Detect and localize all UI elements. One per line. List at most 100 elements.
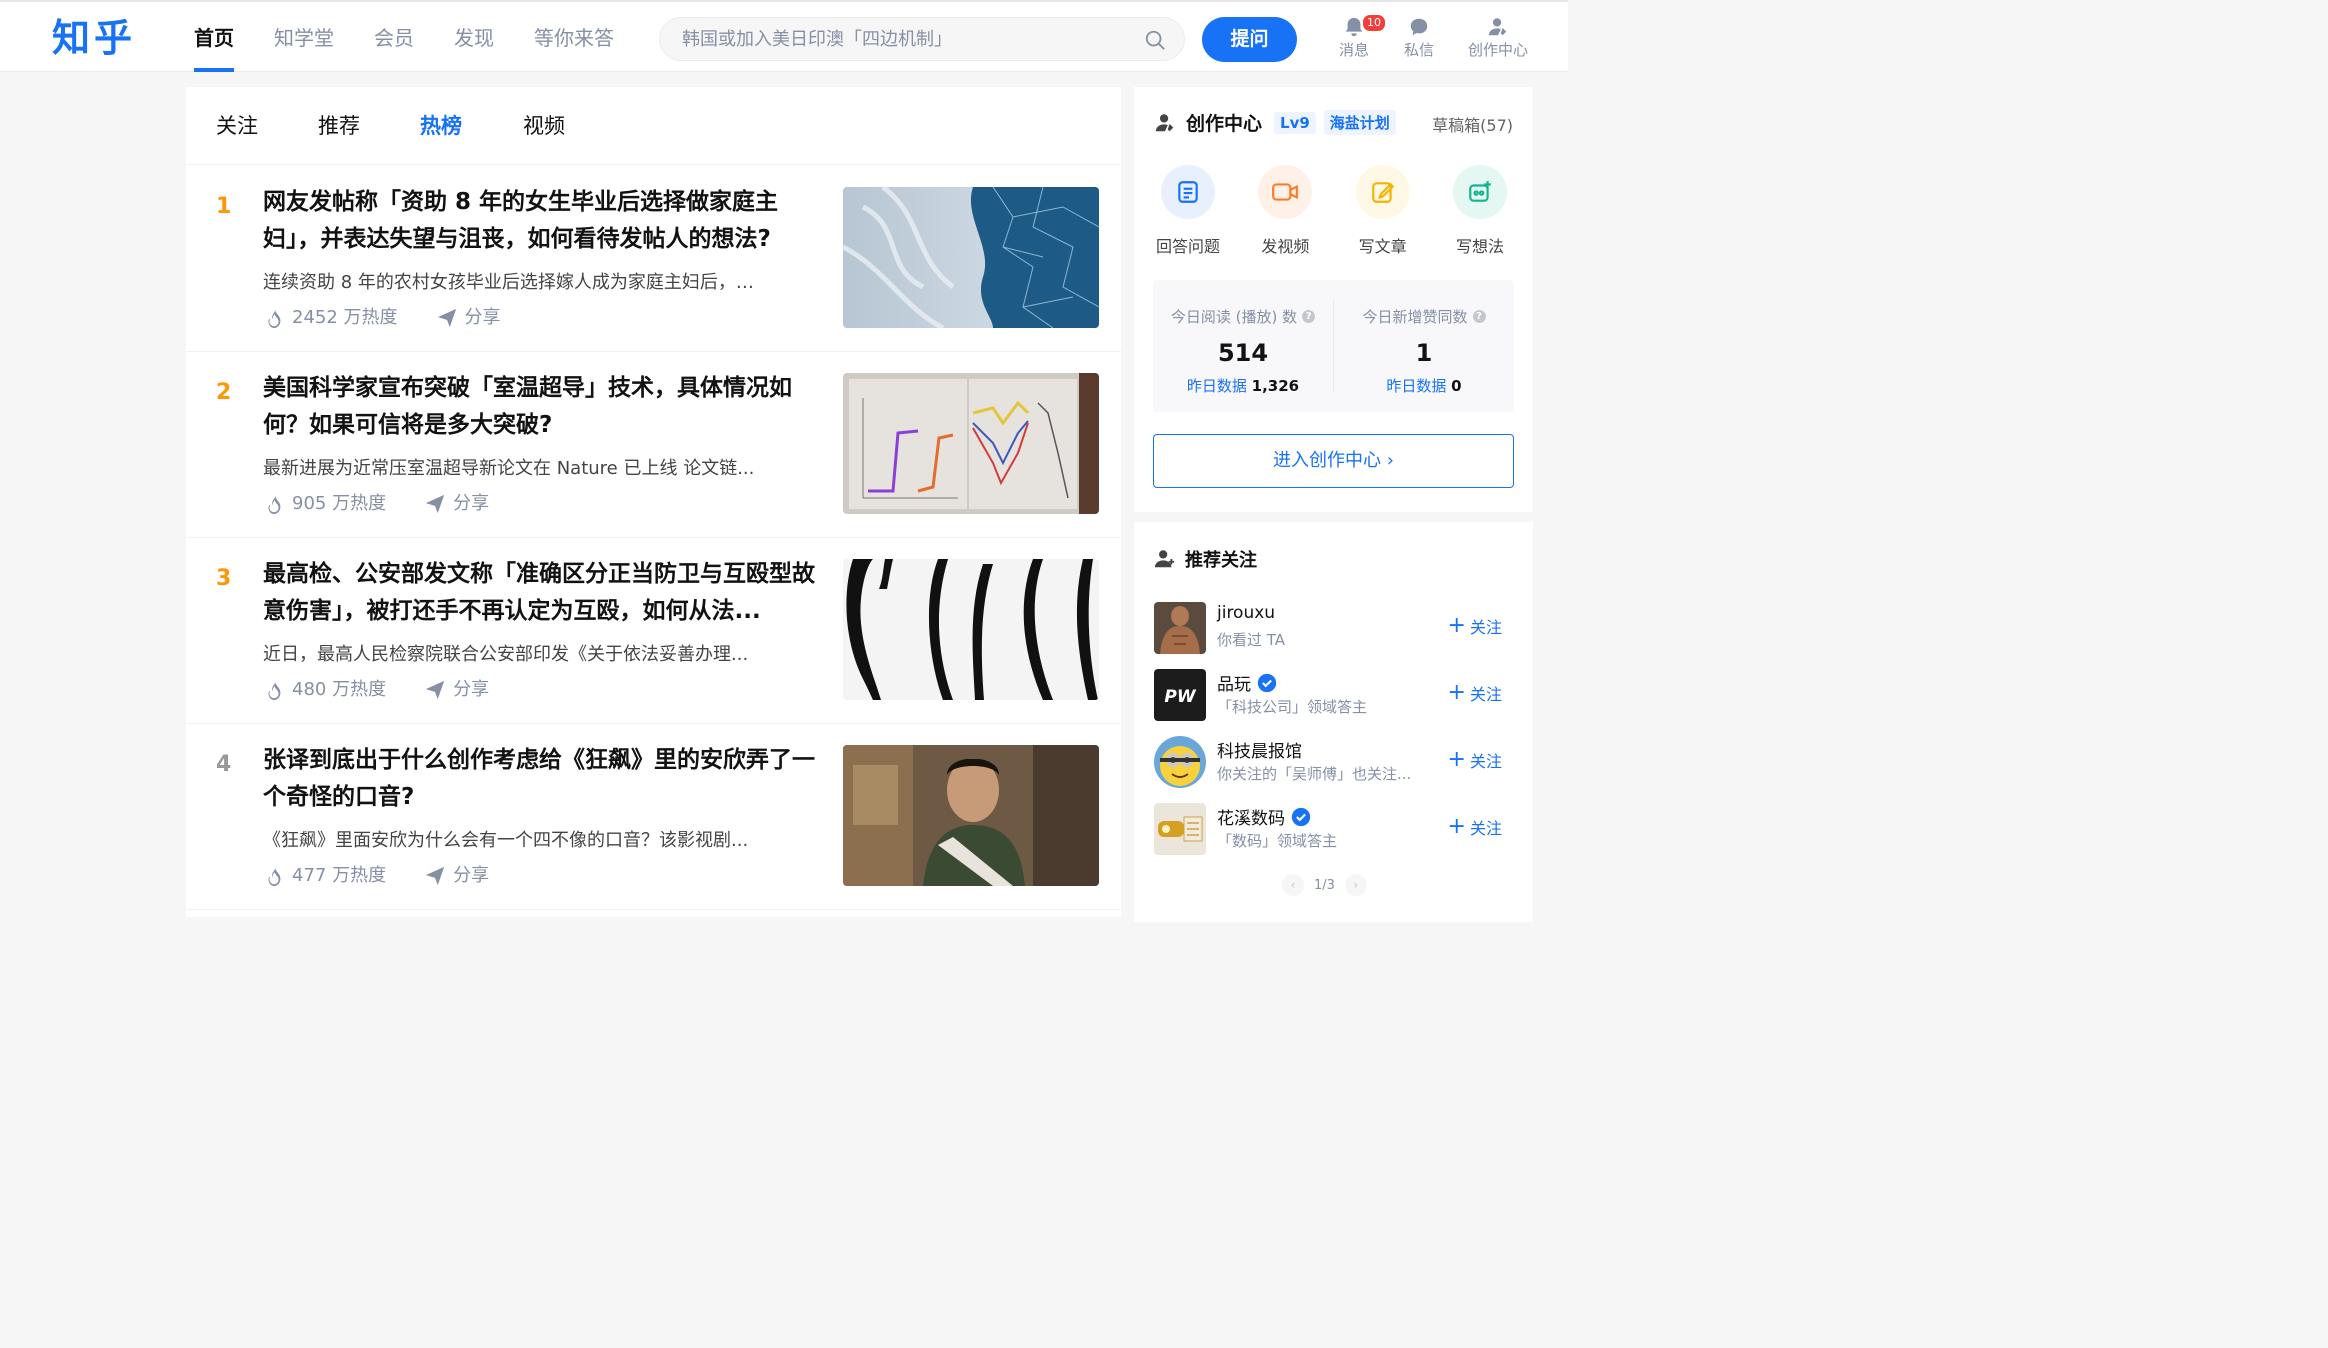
recommended-user-reason: 「科技公司」领域答主 [1217, 698, 1368, 716]
document-icon [1178, 181, 1198, 203]
follow-button[interactable]: + 关注 [1448, 815, 1502, 839]
share-button[interactable]: 分享 [424, 492, 489, 516]
post-video-button[interactable]: 发视频 [1251, 165, 1319, 257]
help-icon[interactable]: ? [1472, 310, 1486, 323]
tab-recommend[interactable]: 推荐 [318, 87, 360, 165]
hot-thumbnail-superconductor-plot[interactable] [843, 373, 1099, 514]
message-count-badge: 10 [1362, 14, 1386, 32]
flame-icon [268, 308, 281, 329]
ask-question-button[interactable]: 提问 [1202, 17, 1297, 62]
hot-excerpt[interactable]: 连续资助 8 年的农村女孩毕业后选择嫁人成为家庭主妇后，… [263, 270, 813, 296]
creator-level-badge[interactable]: Lv9 [1274, 111, 1316, 134]
private-messages-button[interactable]: 私信 [1401, 16, 1437, 60]
share-button[interactable]: 分享 [424, 864, 489, 888]
hot-excerpt[interactable]: 近日，最高人民检察院联合公安部印发《关于依法妥善办理... [263, 642, 813, 668]
hot-title[interactable]: 张译到底出于什么创作考虑给《狂飙》里的安欣弄了一个奇怪的口音? [263, 742, 826, 816]
creator-center-nav-button[interactable]: 创作中心 [1464, 16, 1532, 60]
search-input[interactable] [682, 18, 1122, 60]
hot-meta: 2452 万热度 分享 [263, 306, 501, 330]
hot-meta: 480 万热度 分享 [263, 678, 489, 702]
recommended-user-name[interactable]: jirouxu [1217, 603, 1275, 623]
hot-rank: 3 [216, 566, 232, 591]
recommended-user-reason: 「数码」领域答主 [1217, 832, 1338, 850]
tab-video[interactable]: 视频 [523, 87, 565, 165]
verified-badge-icon [1291, 807, 1311, 826]
share-button[interactable]: 分享 [424, 678, 489, 702]
hot-excerpt[interactable]: 《狂飙》里面安欣为什么会有一个四不像的口音？该影视剧... [263, 828, 813, 854]
stat-reads-yesterday-value: 1,326 [1251, 377, 1300, 395]
add-user-icon [1154, 550, 1175, 568]
chevron-left-icon[interactable]: ‹ [1282, 874, 1304, 896]
hot-meta: 905 万热度 分享 [263, 492, 489, 516]
hot-list-item[interactable]: 3 最高检、公安部发文称「准确区分正当防卫与互殴型故意伤害」，被打还手不再认定为… [186, 538, 1121, 724]
write-idea-button[interactable]: 写想法 [1446, 165, 1514, 257]
main-feed: 关注 推荐 热榜 视频 1 网友发帖称「资助 8 年的女生毕业后选择做家庭主妇」… [186, 87, 1121, 917]
tab-following[interactable]: 关注 [216, 87, 258, 165]
recommended-user-row[interactable]: 花溪数码 「数码」领域答主 + 关注 [1154, 803, 1514, 855]
answer-question-button[interactable]: 回答问题 [1154, 165, 1222, 257]
recommended-user-row[interactable]: jirouxu 你看过 TA + 关注 [1154, 602, 1514, 654]
nav-waiting-answers[interactable]: 等你来答 [534, 2, 614, 72]
hot-thumbnail-ice[interactable] [843, 187, 1099, 328]
follow-button[interactable]: + 关注 [1448, 748, 1502, 772]
plus-icon: + [1447, 814, 1466, 839]
tab-hot-list[interactable]: 热榜 [420, 87, 462, 165]
creator-card-title: 创作中心 [1186, 113, 1263, 135]
write-article-button[interactable]: 写文章 [1349, 165, 1417, 257]
avatar[interactable] [1154, 736, 1206, 788]
help-icon[interactable]: ? [1302, 310, 1316, 323]
creator-card-header: 创作中心 Lv9 海盐计划 [1154, 109, 1396, 136]
recommend-pager: ‹ 1/3 › [1282, 874, 1367, 896]
article-icon-wrap [1355, 165, 1410, 219]
recommended-user-name[interactable]: 品玩 [1217, 670, 1251, 695]
follow-button[interactable]: + 关注 [1448, 614, 1502, 638]
video-camera-icon [1272, 183, 1299, 201]
creator-center-card: 创作中心 Lv9 海盐计划 草稿箱(57) 回答问题 发视频 写文章 写想法 今… [1134, 87, 1533, 512]
search-box [659, 17, 1185, 61]
answer-question-label: 回答问题 [1155, 237, 1220, 256]
drafts-link[interactable]: 草稿箱(57) [1432, 112, 1513, 136]
nav-membership[interactable]: 会员 [374, 2, 414, 72]
write-idea-label: 写想法 [1455, 237, 1504, 256]
heat-value: 2452 万热度 [292, 307, 398, 328]
hot-list-item[interactable]: 2 美国科学家宣布突破「室温超导」技术，具体情况如何？如果可信将是多大突破? 最… [186, 352, 1121, 538]
hot-excerpt[interactable]: 最新进展为近常压室温超导新论文在 Nature 已上线 论文链... [263, 456, 813, 482]
stat-reads: 今日阅读 (播放) 数 ? 514 昨日数据 1,326 [1153, 280, 1333, 412]
plus-icon: + [1447, 747, 1466, 772]
creator-actions: 回答问题 发视频 写文章 写想法 [1154, 165, 1514, 257]
hot-thumbnail-illustration[interactable] [843, 559, 1099, 700]
flame-icon [268, 680, 281, 701]
sea-salt-plan-badge[interactable]: 海盐计划 [1323, 110, 1396, 135]
share-button[interactable]: 分享 [436, 306, 501, 330]
flame-icon [268, 494, 281, 515]
hot-title[interactable]: 美国科学家宣布突破「室温超导」技术，具体情况如何？如果可信将是多大突破? [263, 370, 826, 444]
share-label: 分享 [453, 679, 490, 700]
zhihu-logo[interactable]: 知乎 [52, 16, 136, 60]
follow-button[interactable]: + 关注 [1448, 681, 1502, 705]
messages-button[interactable]: 10 消息 [1336, 14, 1386, 60]
nav-home[interactable]: 首页 [194, 2, 234, 72]
avatar[interactable]: PW [1154, 669, 1206, 721]
hot-title[interactable]: 网友发帖称「资助 8 年的女生毕业后选择做家庭主妇」，并表达失望与沮丧，如何看待… [263, 184, 826, 258]
creator-stats: 今日阅读 (播放) 数 ? 514 昨日数据 1,326 今日新增赞同数 ? 1… [1153, 280, 1514, 412]
search-icon[interactable] [1144, 29, 1166, 51]
creator-center-label: 创作中心 [1467, 41, 1528, 59]
enter-creator-center-button[interactable]: 进入创作中心 › [1153, 434, 1514, 488]
hot-list-item[interactable]: 1 网友发帖称「资助 8 年的女生毕业后选择做家庭主妇」，并表达失望与沮丧，如何… [186, 166, 1121, 352]
chat-icon [1410, 18, 1428, 36]
heat-value: 905 万热度 [292, 493, 387, 514]
avatar[interactable] [1154, 602, 1206, 654]
private-messages-label: 私信 [1403, 41, 1434, 59]
nav-zhixuetang[interactable]: 知学堂 [274, 2, 334, 72]
hot-list-item[interactable]: 4 张译到底出于什么创作考虑给《狂飙》里的安欣弄了一个奇怪的口音? 《狂飙》里面… [186, 724, 1121, 910]
recommended-user-name[interactable]: 科技晨报馆 [1217, 737, 1302, 762]
hot-title[interactable]: 最高检、公安部发文称「准确区分正当防卫与互殴型故意伤害」，被打还手不再认定为互殴… [263, 556, 826, 630]
chevron-right-icon[interactable]: › [1344, 874, 1367, 896]
nav-discover[interactable]: 发现 [454, 2, 494, 72]
recommended-user-row[interactable]: 科技晨报馆 你关注的「吴师傅」也关注... + 关注 [1154, 736, 1514, 788]
recommended-user-row[interactable]: PW 品玩 「科技公司」领域答主 + 关注 [1154, 669, 1514, 721]
hot-thumbnail-drama-still[interactable] [843, 745, 1099, 886]
stat-upvotes-yesterday-label: 昨日数据 [1386, 377, 1447, 395]
recommended-user-name[interactable]: 花溪数码 [1217, 804, 1285, 829]
avatar[interactable] [1154, 803, 1206, 855]
